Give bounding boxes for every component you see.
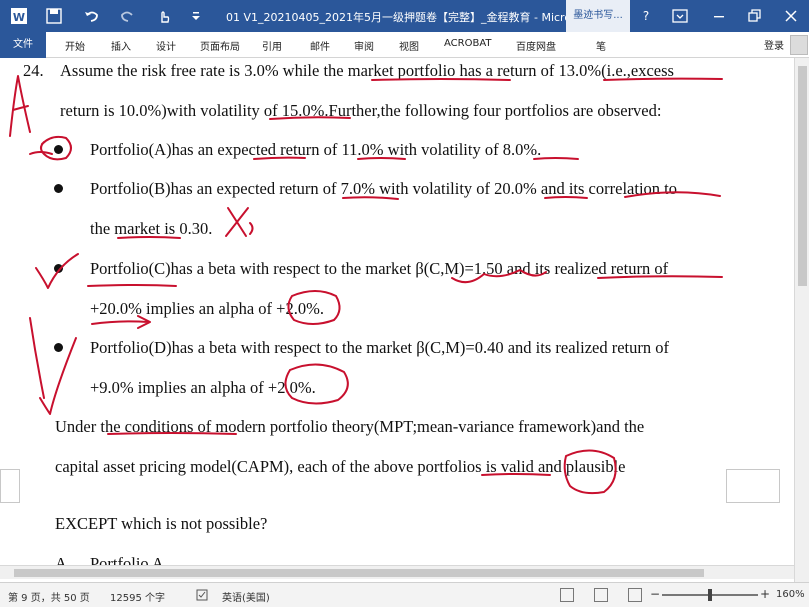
window-title: 01 V1_20210405_2021年5月一级押题卷【完整】_金程教育 - M… [226, 11, 623, 24]
zoom-slider-thumb[interactable] [708, 589, 712, 601]
word-logo-icon[interactable]: W [9, 6, 29, 26]
restore-icon[interactable] [744, 6, 764, 26]
tab-file[interactable]: 文件 [0, 32, 46, 58]
text-line: Portfolio(A)has an expected return of 11… [90, 140, 542, 159]
ribbon-display-icon[interactable] [670, 6, 690, 26]
login-link[interactable]: 登录 [764, 37, 784, 52]
minimize-icon[interactable] [709, 6, 729, 26]
zoom-level[interactable]: 160% [776, 589, 805, 600]
document-canvas: 24. Assume the risk free rate is 3.0% wh… [0, 58, 809, 582]
document-page[interactable]: 24. Assume the risk free rate is 3.0% wh… [0, 58, 794, 582]
touch-mode-icon[interactable] [154, 6, 174, 26]
save-icon[interactable] [44, 6, 64, 26]
vertical-scrollbar[interactable] [794, 58, 809, 582]
zoom-in-button[interactable]: + [760, 587, 770, 601]
customize-icon[interactable] [186, 6, 206, 26]
tab-ink-writing[interactable]: 墨迹书写... [566, 0, 630, 32]
proofing-icon[interactable] [196, 589, 208, 604]
bullet-icon [54, 343, 63, 352]
tab-pen[interactable]: 笔 [596, 38, 606, 53]
horizontal-scrollbar-thumb[interactable] [14, 569, 704, 577]
ink-annotations [9, 75, 723, 495]
web-layout-icon[interactable] [628, 588, 642, 602]
page-marker-right [726, 469, 780, 503]
bullet-icon [54, 184, 63, 193]
page-count[interactable]: 第 9 页，共 50 页 [8, 589, 90, 604]
question-number: 24. [23, 61, 44, 80]
text-line: capital asset pricing model(CAPM), each … [55, 457, 626, 476]
text-line: Portfolio(B)has an expected return of 7.… [90, 179, 677, 198]
word-count[interactable]: 12595 个字 [110, 589, 165, 604]
help-button[interactable]: ? [636, 6, 656, 26]
redo-icon[interactable] [117, 6, 137, 26]
avatar[interactable] [790, 35, 808, 55]
bullet-icon [54, 264, 63, 273]
tab-design[interactable]: 设计 [156, 38, 176, 53]
page-marker-left [0, 469, 20, 503]
tab-review[interactable]: 审阅 [354, 38, 374, 53]
text-line: Assume the risk free rate is 3.0% while … [60, 61, 674, 80]
tab-page-layout[interactable]: 页面布局 [200, 38, 240, 53]
tab-references[interactable]: 引用 [262, 38, 282, 53]
close-icon[interactable] [781, 6, 801, 26]
text-line: Under the conditions of modern portfolio… [55, 417, 645, 436]
text-line: Portfolio(D)has a beta with respect to t… [90, 338, 669, 357]
text-line: return is 10.0%)with volatility of 15.0%… [60, 101, 662, 120]
text-line: +20.0% implies an alpha of +2.0%. [90, 299, 324, 318]
tab-acrobat[interactable]: ACROBAT [444, 38, 492, 49]
tab-baidu-netdisk[interactable]: 百度网盘 [516, 38, 556, 53]
tab-insert[interactable]: 插入 [111, 38, 131, 53]
ribbon-tabs: 文件 开始 插入 设计 页面布局 引用 邮件 审阅 视图 ACROBAT 百度网… [0, 32, 809, 58]
vertical-scrollbar-thumb[interactable] [798, 66, 807, 286]
tab-view[interactable]: 视图 [399, 38, 419, 53]
language-indicator[interactable]: 英语(美国) [222, 589, 270, 604]
text-line: the market is 0.30. [90, 219, 213, 238]
tab-mailings[interactable]: 邮件 [310, 38, 330, 53]
text-line: EXCEPT which is not possible? [55, 514, 268, 533]
read-mode-icon[interactable] [560, 588, 574, 602]
horizontal-scrollbar[interactable] [0, 565, 794, 579]
status-bar: 第 9 页，共 50 页 12595 个字 英语(美国) − + 160% [0, 582, 809, 607]
title-bar: W 01 V1_20210405_2021年5月一级押题卷【完整】_金程教育 -… [0, 0, 809, 32]
tab-home[interactable]: 开始 [65, 38, 85, 53]
text-line: Portfolio(C)has a beta with respect to t… [90, 259, 669, 278]
text-line: +9.0% implies an alpha of +2.0%. [90, 378, 316, 397]
zoom-out-button[interactable]: − [650, 587, 660, 601]
bullet-icon [54, 145, 63, 154]
svg-text:W: W [13, 11, 25, 24]
print-layout-icon[interactable] [594, 588, 608, 602]
undo-icon[interactable] [82, 6, 102, 26]
